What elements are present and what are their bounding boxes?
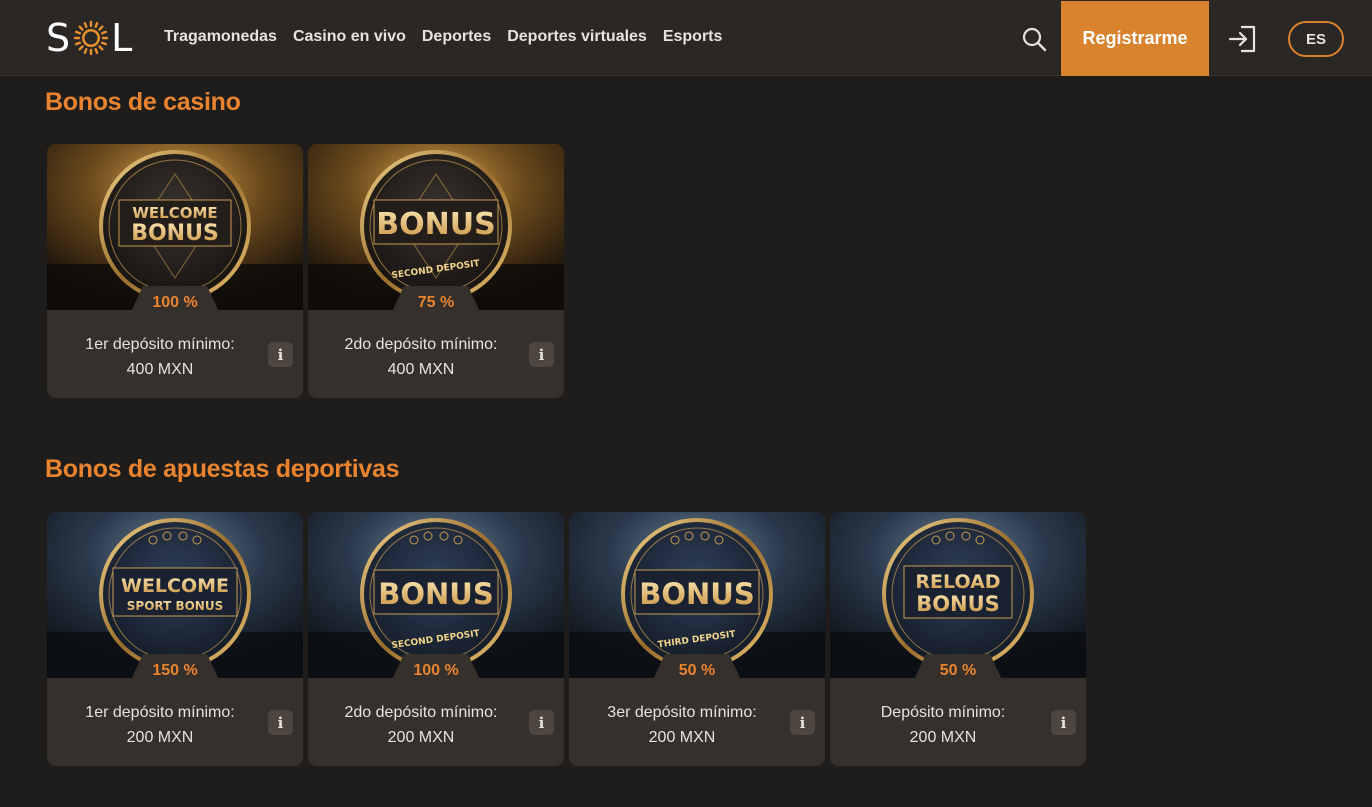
casino-bonus-list: WELCOME BONUS 100 % 1er depósito mínimo:… <box>47 144 564 398</box>
nav-esports[interactable]: Esports <box>663 28 723 46</box>
min-deposit-label: Depósito mínimo: <box>880 704 1006 721</box>
bonus-card-sport-welcome[interactable]: WELCOME SPORT BONUS 150 % 1er depósito m… <box>47 512 303 766</box>
bonus-description: 1er depósito mínimo: 200 MXN <box>57 700 263 750</box>
coin-line2: BONUS <box>916 592 1000 616</box>
bonus-card-body: 2do depósito mínimo: 400 MXN i <box>308 310 564 398</box>
info-icon[interactable]: i <box>529 342 554 367</box>
bonus-card-casino-second[interactable]: BONUS SECOND DEPOSIT 75 % 2do depósito m… <box>308 144 564 398</box>
bonus-description: 3er depósito mínimo: 200 MXN <box>579 700 785 750</box>
sports-bonus-list: WELCOME SPORT BONUS 150 % 1er depósito m… <box>47 512 1086 766</box>
coin-line1: WELCOME <box>132 204 217 222</box>
nav-casino-en-vivo[interactable]: Casino en vivo <box>293 28 406 46</box>
logo[interactable]: S L <box>46 16 134 60</box>
bonus-description: 1er depósito mínimo: 400 MXN <box>57 332 263 382</box>
info-icon[interactable]: i <box>1051 710 1076 735</box>
bonus-card-sport-reload[interactable]: RELOAD BONUS 50 % Depósito mínimo: 200 M… <box>830 512 1086 766</box>
coin-line2: BONUS <box>378 577 493 611</box>
site-header: S L Tragamonedas Casino en vivo Deportes… <box>0 0 1372 76</box>
nav-deportes-virtuales[interactable]: Deportes virtuales <box>507 28 647 46</box>
sun-logo-icon <box>73 20 109 56</box>
info-icon[interactable]: i <box>268 710 293 735</box>
min-deposit-value: 400 MXN <box>387 361 455 378</box>
login-icon[interactable] <box>1226 22 1260 56</box>
nav-tragamonedas[interactable]: Tragamonedas <box>164 28 277 46</box>
bonus-card-body: 2do depósito mínimo: 200 MXN i <box>308 678 564 766</box>
bonus-card-sport-second[interactable]: BONUS SECOND DEPOSIT 100 % 2do depósito … <box>308 512 564 766</box>
bonus-card-sport-third[interactable]: BONUS THIRD DEPOSIT 50 % 3er depósito mí… <box>569 512 825 766</box>
min-deposit-value: 200 MXN <box>126 729 194 746</box>
search-icon[interactable] <box>1020 25 1048 53</box>
coin-line1: RELOAD <box>915 571 1000 593</box>
min-deposit-label: 3er depósito mínimo: <box>607 704 757 721</box>
bonus-description: Depósito mínimo: 200 MXN <box>840 700 1046 750</box>
logo-letter-l: L <box>111 16 134 60</box>
bonus-description: 2do depósito mínimo: 400 MXN <box>318 332 524 382</box>
logo-letter-s: S <box>46 16 72 60</box>
bonus-description: 2do depósito mínimo: 200 MXN <box>318 700 524 750</box>
bonus-card-casino-welcome[interactable]: WELCOME BONUS 100 % 1er depósito mínimo:… <box>47 144 303 398</box>
nav-deportes[interactable]: Deportes <box>422 28 491 46</box>
min-deposit-label: 1er depósito mínimo: <box>85 336 235 353</box>
min-deposit-value: 400 MXN <box>126 361 194 378</box>
main-nav: Tragamonedas Casino en vivo Deportes Dep… <box>164 28 722 46</box>
register-button[interactable]: Registrarme <box>1061 1 1209 76</box>
info-icon[interactable]: i <box>790 710 815 735</box>
bonus-card-body: Depósito mínimo: 200 MXN i <box>830 678 1086 766</box>
info-icon[interactable]: i <box>529 710 554 735</box>
min-deposit-label: 2do depósito mínimo: <box>344 336 498 353</box>
bonus-card-body: 1er depósito mínimo: 200 MXN i <box>47 678 303 766</box>
min-deposit-label: 2do depósito mínimo: <box>344 704 498 721</box>
coin-line2: BONUS <box>131 221 219 246</box>
min-deposit-label: 1er depósito mínimo: <box>85 704 235 721</box>
min-deposit-value: 200 MXN <box>648 729 716 746</box>
min-deposit-value: 200 MXN <box>387 729 455 746</box>
sports-section-title: Bonos de apuestas deportivas <box>45 455 400 483</box>
min-deposit-value: 200 MXN <box>909 729 977 746</box>
coin-line2: BONUS <box>376 207 495 242</box>
casino-section-title: Bonos de casino <box>45 88 241 116</box>
info-icon[interactable]: i <box>268 342 293 367</box>
coin-line1: WELCOME <box>121 575 229 597</box>
language-selector[interactable]: ES <box>1288 21 1344 57</box>
bonus-card-body: 3er depósito mínimo: 200 MXN i <box>569 678 825 766</box>
bonus-card-body: 1er depósito mínimo: 400 MXN i <box>47 310 303 398</box>
coin-line2: SPORT BONUS <box>127 599 223 613</box>
coin-line2: BONUS <box>639 577 754 611</box>
